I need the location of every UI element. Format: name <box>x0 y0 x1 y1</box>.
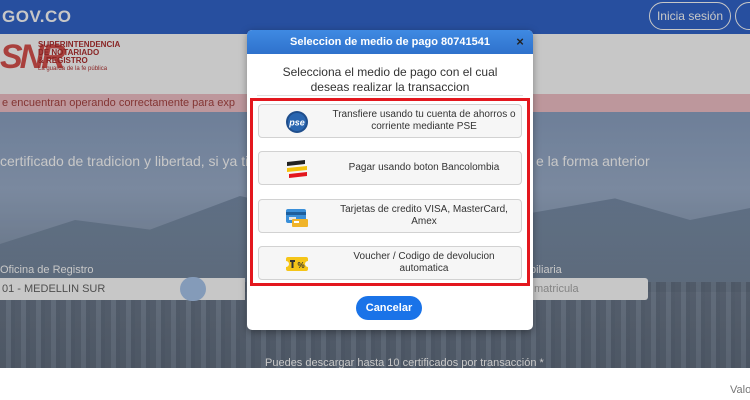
payment-option-label: Transfiere usando tu cuenta de ahorros o… <box>332 109 516 132</box>
payment-option-label: Tarjetas de credito VISA, MasterCard, Am… <box>340 204 508 227</box>
payment-option-credit-card[interactable]: Tarjetas de credito VISA, MasterCard, Am… <box>258 199 522 233</box>
payment-option-bancolombia[interactable]: Pagar usando boton Bancolombia <box>258 151 522 185</box>
payment-option-pse[interactable]: pse Transfiere usando tu cuenta de ahorr… <box>258 104 522 138</box>
pse-logo-icon: pse <box>284 110 310 134</box>
voucher-icon: % <box>283 252 311 276</box>
modal-intro-text: Selecciona el medio de pago con el cual … <box>282 65 498 94</box>
modal-header: Seleccion de medio de pago 80741541 <box>247 30 533 54</box>
close-icon[interactable]: × <box>513 34 527 50</box>
modal-title: Seleccion de medio de pago 80741541 <box>290 36 490 48</box>
cancel-button[interactable]: Cancelar <box>356 296 422 320</box>
payment-option-label: Pagar usando boton Bancolombia <box>348 162 500 173</box>
bottom-right-text: Valo <box>730 384 750 396</box>
bancolombia-logo-icon <box>284 157 310 181</box>
payment-option-voucher[interactable]: % Voucher / Codigo de devolucion automat… <box>258 246 522 280</box>
svg-text:pse: pse <box>288 118 305 128</box>
svg-text:%: % <box>297 261 304 270</box>
credit-card-icon <box>284 205 310 229</box>
payment-option-label: Voucher / Codigo de devolucion automatic… <box>353 251 495 274</box>
divider <box>257 95 523 96</box>
